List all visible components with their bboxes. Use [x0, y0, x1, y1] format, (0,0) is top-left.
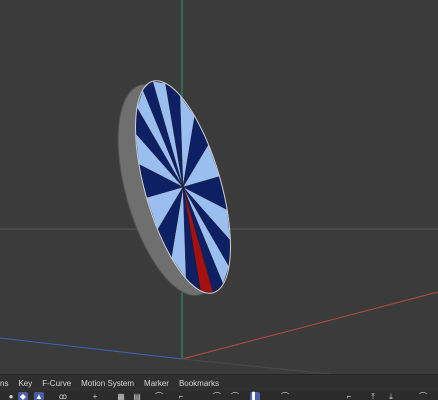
menu-item-functions[interactable]: ns — [0, 379, 13, 388]
ease-icon[interactable]: ⌒ — [212, 392, 222, 400]
lock-icon[interactable]: ▲ — [34, 392, 44, 400]
floor-guide-line — [181, 358, 331, 374]
move-icon[interactable]: + — [90, 392, 100, 400]
grid-icon[interactable]: ▦ — [116, 392, 126, 400]
z-axis-line — [0, 337, 183, 360]
bookmark-icon[interactable]: ⤓ — [386, 392, 396, 400]
menu-item-key[interactable]: Key — [13, 379, 37, 388]
3d-viewport[interactable] — [0, 0, 438, 374]
x-axis-line — [181, 291, 438, 360]
timeline-toolbar: ● ◆ ▲ ꝏ + ▦ ▤ ⌒ ⌐ ⌒ ⌒ ▌ ⌒ ⌐ ⤒ ⤓ ⌒ — [0, 391, 438, 400]
scene-canvas[interactable] — [0, 0, 438, 374]
curve-icon[interactable]: ▤ — [132, 392, 142, 400]
menu-item-f-curve[interactable]: F-Curve — [37, 379, 76, 388]
menu-item-marker[interactable]: Marker — [139, 379, 174, 388]
disc-face — [135, 80, 231, 294]
keyframe-icon[interactable]: ◆ — [18, 392, 28, 400]
menu-item-bookmarks[interactable]: Bookmarks — [174, 379, 224, 388]
step-icon[interactable]: ⌐ — [344, 392, 354, 400]
disc-object[interactable] — [98, 71, 250, 307]
tangent-icon[interactable]: ⌒ — [230, 392, 240, 400]
link-icon[interactable]: ⌒ — [154, 392, 164, 400]
more-icon[interactable]: ⌒ — [418, 392, 428, 400]
add-icon[interactable]: ꝏ — [58, 392, 68, 400]
record-icon[interactable]: ● — [6, 392, 16, 400]
keyframe-select-icon[interactable]: ▌ — [250, 392, 260, 400]
key-icon[interactable]: ⌐ — [176, 392, 186, 400]
menu-item-motion-system[interactable]: Motion System — [76, 379, 139, 388]
timeline-menu-bar: ns Key F-Curve Motion System Marker Book… — [0, 374, 438, 391]
auto-icon[interactable]: ⤒ — [368, 392, 378, 400]
slope-icon[interactable]: ⌒ — [280, 392, 290, 400]
